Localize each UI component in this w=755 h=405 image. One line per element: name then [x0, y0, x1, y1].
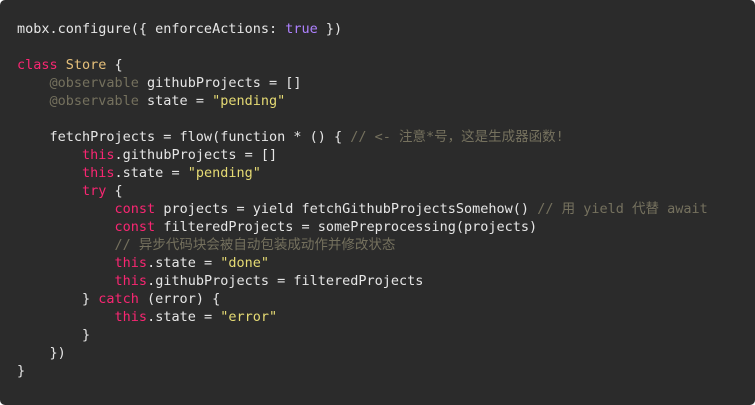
code-token-plain: }): [317, 21, 343, 37]
code-token-plain: }): [17, 345, 66, 361]
code-line: this.state = "error": [17, 308, 755, 326]
code-line: @observable githubProjects = []: [17, 74, 755, 92]
code-snippet-panel: mobx.configure({ enforceActions: true })…: [0, 0, 755, 405]
code-line: }): [17, 344, 755, 362]
code-token-comment: // <- 注意*号，这是生成器函数!: [350, 129, 564, 145]
code-line: this.state = "done": [17, 254, 755, 272]
code-token-plain: state =: [138, 93, 213, 109]
code-token-comment: // 异步代码块会被自动包装成动作并修改状态: [114, 237, 396, 253]
code-line: // 异步代码块会被自动包装成动作并修改状态: [17, 236, 755, 254]
code-token-plain: fetchProjects = flow(function * () {: [17, 129, 351, 145]
code-token-plain: }: [17, 291, 99, 307]
code-token-plain: }: [17, 363, 26, 379]
code-line: mobx.configure({ enforceActions: true }): [17, 20, 755, 38]
code-token-decorator: @observable: [49, 75, 139, 91]
code-token-kw: class: [17, 57, 58, 73]
code-line: const filteredProjects = somePreprocessi…: [17, 218, 755, 236]
code-token-str: "error": [220, 309, 278, 325]
code-token-plain: .githubProjects = filteredProjects: [147, 273, 424, 289]
code-token-str: "pending": [187, 165, 261, 181]
code-token-kw: try: [82, 183, 107, 199]
code-line: }: [17, 326, 755, 344]
code-token-str: "done": [220, 255, 269, 271]
code-token-plain: projects = yield fetchGithubProjectsSome…: [155, 201, 538, 217]
code-token-decorator: @observable: [49, 93, 139, 109]
code-line: fetchProjects = flow(function * () { // …: [17, 128, 755, 146]
code-token-plain: .state =: [147, 309, 221, 325]
code-token-str: "pending": [212, 93, 286, 109]
code-token-plain: .state =: [114, 165, 188, 181]
code-line: this.state = "pending": [17, 164, 755, 182]
code-token-plain: githubProjects = []: [138, 75, 302, 91]
code-line: this.githubProjects = []: [17, 146, 755, 164]
code-token-plain: .githubProjects = []: [114, 147, 278, 163]
code-token-kw: const: [114, 219, 156, 235]
code-line: @observable state = "pending": [17, 92, 755, 110]
code-token-plain: filteredProjects = somePreprocessing(pro…: [155, 219, 538, 235]
code-token-kw: const: [114, 201, 156, 217]
code-block: mobx.configure({ enforceActions: true })…: [17, 20, 755, 380]
code-line: try {: [17, 182, 755, 200]
code-token-plain: }: [17, 327, 91, 343]
code-line: } catch (error) {: [17, 290, 755, 308]
code-token-kw: this: [82, 165, 115, 181]
code-token-plain: mobx.configure({ enforceActions:: [17, 21, 286, 37]
code-token-kw: catch: [98, 291, 139, 307]
code-token-kw: this: [82, 147, 115, 163]
code-token-kw: this: [114, 273, 148, 289]
code-token-kw: this: [114, 309, 148, 325]
code-token-plain: (error) {: [138, 291, 221, 307]
code-token-class: Store: [65, 57, 107, 73]
code-line: const projects = yield fetchGithubProjec…: [17, 200, 755, 218]
code-line: class Store {: [17, 56, 755, 74]
code-token-kw: this: [114, 255, 148, 271]
code-token-builtin: true: [285, 21, 318, 37]
code-token-plain: .state =: [147, 255, 221, 271]
code-line: this.githubProjects = filteredProjects: [17, 272, 755, 290]
code-token-comment: // 用 yield 代替 await: [537, 201, 708, 217]
code-token-plain: {: [106, 57, 123, 73]
code-token-plain: {: [106, 183, 123, 199]
code-line: }: [17, 362, 755, 380]
